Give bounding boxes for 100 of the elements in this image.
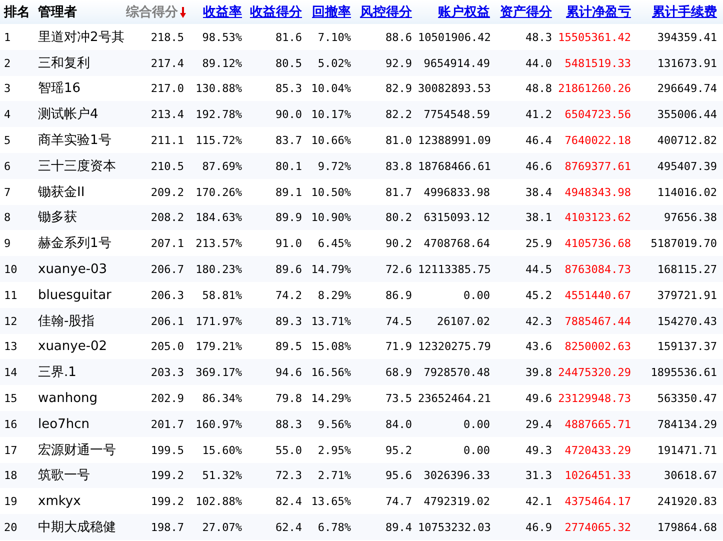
table-cell: 4720433.29 <box>564 444 631 457</box>
table-cell: 97656.38 <box>664 211 717 224</box>
table-cell: 206.1 <box>150 314 184 328</box>
table-cell: 55.0 <box>276 444 302 457</box>
table-cell: 39.8 <box>526 366 552 380</box>
table-cell: 296649.74 <box>657 82 717 96</box>
table-cell: 10.17% <box>311 108 351 122</box>
table-cell: 5.02% <box>318 56 351 70</box>
table-cell: 44.0 <box>526 56 552 70</box>
table-cell: 42.1 <box>526 495 552 508</box>
table-cell: 171.97% <box>196 314 242 328</box>
table-cell: 18768466.61 <box>418 160 491 173</box>
table-cell: 4792319.02 <box>424 495 490 508</box>
table-cell: 191471.71 <box>657 444 717 457</box>
table-cell: 1895536.61 <box>650 366 717 380</box>
table-cell: 30082893.53 <box>418 82 491 96</box>
table-cell: 73.5 <box>386 392 412 406</box>
table-cell: 2774065.32 <box>564 521 631 534</box>
table-cell: 89.3 <box>276 314 302 328</box>
table-cell: 4375464.17 <box>564 495 631 508</box>
column-header-link[interactable]: 资产得分 <box>500 4 552 20</box>
table-cell: 15.60% <box>202 444 242 457</box>
column-header-link[interactable]: 回撤率 <box>312 4 351 20</box>
table-cell: 10.04% <box>311 82 351 96</box>
column-header-link[interactable]: 累计净盈亏 <box>566 4 631 20</box>
manager-name: leo7hcn <box>38 416 90 432</box>
column-header-link[interactable]: 收益率 <box>203 4 242 20</box>
table-cell: 10.50% <box>311 186 351 199</box>
table-cell: 80.5 <box>276 56 302 70</box>
table-cell: 83.7 <box>276 134 302 148</box>
table-cell: 68.9 <box>386 366 412 380</box>
table-cell: 218.5 <box>150 30 184 44</box>
table-cell: 6504723.56 <box>564 108 631 122</box>
table-cell: 159137.37 <box>657 340 717 354</box>
table-cell: 205.0 <box>150 340 184 354</box>
table-cell: 24475320.29 <box>558 366 631 380</box>
table-cell: 81.7 <box>386 186 412 199</box>
table-cell: 6.78% <box>318 521 351 534</box>
table-cell: 10.90% <box>311 211 351 224</box>
table-cell: 84.0 <box>386 418 412 431</box>
table-cell: 89.12% <box>202 56 242 70</box>
table-cell: 10753232.03 <box>418 521 491 534</box>
table-cell: 1026451.33 <box>564 469 631 482</box>
table-cell: 14.79% <box>311 263 351 276</box>
table-cell: 51.32% <box>202 469 242 482</box>
table-cell: 49.6 <box>526 392 552 406</box>
column-header-link[interactable]: 账户权益 <box>438 4 490 20</box>
manager-name: bluesguitar <box>38 288 112 303</box>
column-header-link[interactable]: 收益得分 <box>250 4 302 20</box>
table-cell: 4887665.71 <box>564 418 631 431</box>
table-cell: 4105736.68 <box>564 237 631 250</box>
table-cell: 400712.82 <box>657 134 717 148</box>
table-cell: 81.6 <box>276 30 302 44</box>
table-cell: 25.9 <box>526 237 552 250</box>
table-cell: 13 <box>4 340 18 354</box>
table-cell: 95.6 <box>386 469 412 482</box>
table-cell: 3 <box>4 82 11 96</box>
table-cell: 12113385.75 <box>418 263 491 276</box>
manager-name: 智瑶16 <box>38 81 81 96</box>
table-cell: 6.45% <box>318 237 351 250</box>
manager-name: 锄多获 <box>38 210 77 226</box>
manager-name: xmkyx <box>38 494 81 510</box>
table-cell: 5187019.70 <box>650 237 717 250</box>
table-cell: 0.00 <box>464 444 490 457</box>
manager-name: 商羊实验1号 <box>38 133 112 148</box>
table-cell: 9.56% <box>318 418 351 431</box>
table-cell: 72.6 <box>386 263 412 276</box>
table-cell: 7 <box>4 186 11 199</box>
table-cell: 45.2 <box>526 288 552 302</box>
table-cell: 217.0 <box>150 82 184 96</box>
table-cell: 17 <box>4 444 18 457</box>
table-cell: 58.81% <box>202 288 242 302</box>
table-cell: 115.72% <box>196 134 242 148</box>
table-cell: 71.9 <box>386 340 412 354</box>
table-cell: 13.65% <box>311 495 351 508</box>
table-cell: 9654914.49 <box>424 56 490 70</box>
table-cell: 23652464.21 <box>418 392 491 406</box>
table-cell: 72.3 <box>276 469 302 482</box>
column-header-link[interactable]: 风控得分 <box>360 4 412 20</box>
table-cell: 88.6 <box>386 30 412 44</box>
table-cell: 90.0 <box>276 108 302 122</box>
table-cell: 49.3 <box>526 444 552 457</box>
table-cell: 179.21% <box>196 340 242 354</box>
table-cell: 74.7 <box>386 495 412 508</box>
manager-name: 佳翰-股指 <box>38 314 95 329</box>
table-cell: 89.1 <box>276 186 302 199</box>
table-cell: 208.2 <box>150 211 184 224</box>
table-cell: 14 <box>4 366 18 380</box>
table-cell: 199.2 <box>150 495 184 508</box>
manager-name: 锄获金II <box>38 184 85 200</box>
sorted-column-header[interactable]: 综合得分 <box>126 2 178 22</box>
table-cell: 88.3 <box>276 418 302 431</box>
column-header-link[interactable]: 累计手续费 <box>652 4 717 20</box>
table-cell: 15 <box>4 392 18 406</box>
table-cell: 95.2 <box>386 444 412 457</box>
table-cell: 26107.02 <box>437 314 490 328</box>
manager-name: xuanye-03 <box>38 262 108 278</box>
table-cell: 160.97% <box>196 418 242 431</box>
table-cell: 184.63% <box>196 211 242 224</box>
manager-name: 三界.1 <box>38 365 76 380</box>
